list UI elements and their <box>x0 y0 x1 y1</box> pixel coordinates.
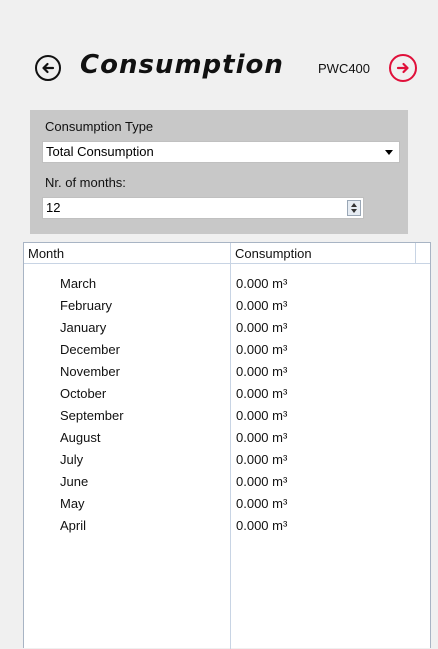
consumption-cell: 0.000 m³ <box>236 320 288 335</box>
month-cell: April <box>60 518 87 533</box>
consumption-cell: 0.000 m³ <box>236 518 288 533</box>
month-cell: January <box>60 320 107 335</box>
consumption-cell: 0.000 m³ <box>236 430 288 445</box>
table-row[interactable]: January 0.000 m³ <box>24 320 414 342</box>
column-header-consumption[interactable]: Consumption <box>235 246 312 261</box>
spin-down-icon[interactable] <box>351 209 357 213</box>
page-title: Consumption <box>80 50 284 80</box>
spinner-buttons[interactable] <box>347 200 361 216</box>
column-divider <box>415 243 416 263</box>
forward-button[interactable] <box>389 54 417 82</box>
consumption-cell: 0.000 m³ <box>236 342 288 357</box>
consumption-cell: 0.000 m³ <box>236 364 288 379</box>
consumption-cell: 0.000 m³ <box>236 496 288 511</box>
month-cell: June <box>60 474 89 489</box>
table-row[interactable]: April 0.000 m³ <box>24 518 414 540</box>
filter-panel: Consumption Type Total Consumption Nr. o… <box>30 110 408 234</box>
month-cell: October <box>60 386 107 401</box>
consumption-cell: 0.000 m³ <box>236 474 288 489</box>
months-stepper[interactable]: 12 <box>42 197 364 219</box>
table-row[interactable]: August 0.000 m³ <box>24 430 414 452</box>
month-cell: July <box>60 452 84 467</box>
chevron-down-icon <box>385 150 393 155</box>
month-cell: September <box>60 408 124 423</box>
table-row[interactable]: June 0.000 m³ <box>24 474 414 496</box>
months-value: 12 <box>46 200 61 215</box>
arrow-right-icon <box>396 62 409 74</box>
header: Consumption PWC400 <box>0 0 438 110</box>
table-row[interactable]: July 0.000 m³ <box>24 452 414 474</box>
device-label: PWC400 <box>318 61 371 76</box>
table-row[interactable]: February 0.000 m³ <box>24 298 414 320</box>
spin-up-icon[interactable] <box>351 203 357 207</box>
table-row[interactable]: December 0.000 m³ <box>24 342 414 364</box>
consumption-table: Month Consumption March 0.000 m³ Februar… <box>23 242 431 649</box>
month-cell: February <box>60 298 113 313</box>
consumption-cell: 0.000 m³ <box>236 276 288 291</box>
table-row[interactable]: November 0.000 m³ <box>24 364 414 386</box>
month-cell: November <box>60 364 120 379</box>
table-header: Month Consumption <box>24 243 430 264</box>
consumption-cell: 0.000 m³ <box>236 298 288 313</box>
consumption-type-value: Total Consumption <box>46 144 154 159</box>
consumption-type-label: Consumption Type <box>45 119 154 134</box>
consumption-cell: 0.000 m³ <box>236 452 288 467</box>
month-cell: May <box>60 496 85 511</box>
table-row[interactable]: October 0.000 m³ <box>24 386 414 408</box>
consumption-type-select[interactable]: Total Consumption <box>42 141 400 163</box>
month-cell: August <box>60 430 101 445</box>
month-cell: March <box>60 276 97 291</box>
table-row[interactable]: March 0.000 m³ <box>24 276 414 298</box>
table-row[interactable]: May 0.000 m³ <box>24 496 414 518</box>
consumption-cell: 0.000 m³ <box>236 386 288 401</box>
month-cell: December <box>60 342 120 357</box>
table-row[interactable]: September 0.000 m³ <box>24 408 414 430</box>
back-button[interactable] <box>35 55 61 81</box>
consumption-cell: 0.000 m³ <box>236 408 288 423</box>
arrow-left-icon <box>42 62 55 74</box>
months-label: Nr. of months: <box>45 175 126 190</box>
column-header-month[interactable]: Month <box>28 246 64 261</box>
